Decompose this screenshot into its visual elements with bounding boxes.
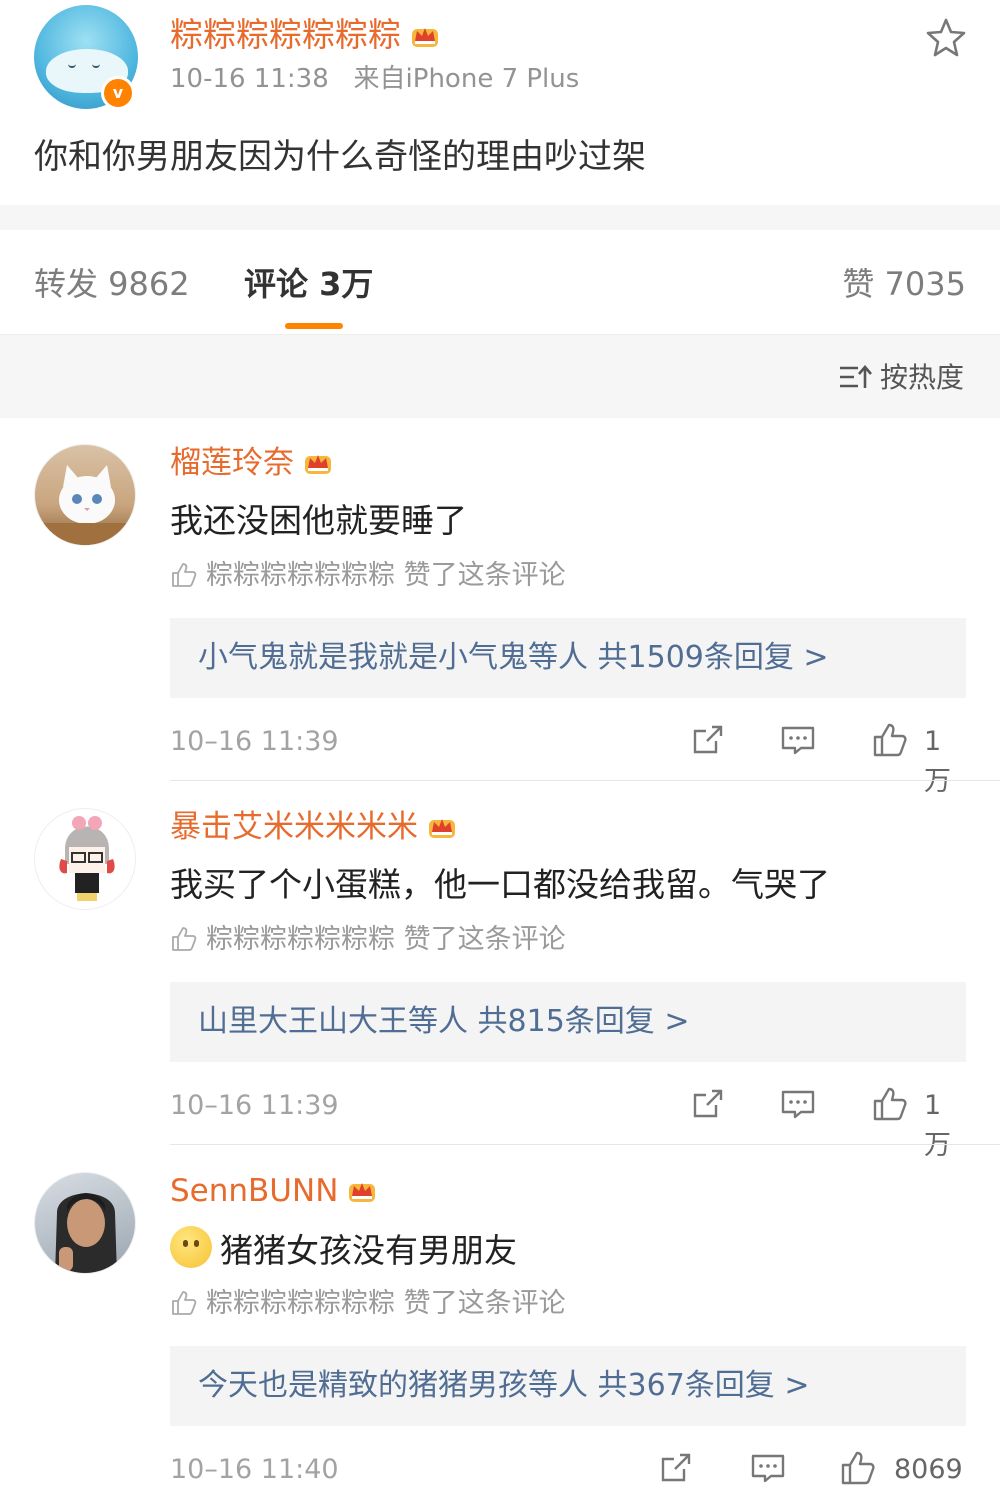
- smile-emoji-icon: [170, 1226, 212, 1268]
- crown-icon: [305, 455, 331, 474]
- active-tab-indicator: [285, 323, 343, 329]
- author-liked-note: 粽粽粽粽粽粽粽 赞了这条评论: [170, 1286, 566, 1322]
- reply-summary-text: 小气鬼就是我就是小气鬼等人 共1509条回复 >: [198, 640, 829, 675]
- commenter-avatar[interactable]: [34, 1172, 136, 1274]
- post-source: 来自iPhone 7 Plus: [353, 64, 580, 94]
- sort-bar: 按热度: [0, 336, 1000, 418]
- reply-summary-text: 今天也是精致的猪猪男孩等人 共367条回复 >: [198, 1368, 810, 1403]
- share-icon[interactable]: [690, 722, 726, 762]
- commenter-name[interactable]: 暴击艾米米米米米: [170, 806, 458, 848]
- post-time: 10-16 11:38: [170, 64, 329, 94]
- commenter-avatar[interactable]: [34, 444, 136, 546]
- commenter-avatar[interactable]: [34, 808, 136, 910]
- comment-footer: 10–16 11:39 1万: [170, 722, 966, 797]
- post-card: v 粽粽粽粽粽粽粽 10-16 11:38 来自iPhone 7 Plus 你和…: [0, 0, 1000, 205]
- comment-time: 10–16 11:39: [170, 726, 339, 757]
- share-icon[interactable]: [658, 1450, 694, 1490]
- commenter-name-label: 暴击艾米米米米米: [170, 809, 418, 845]
- tab-bar: 转发 9862 评论 3万 赞 7035: [0, 230, 1000, 335]
- comment-divider: [170, 1144, 1000, 1145]
- thumbs-up-icon: [172, 563, 197, 587]
- commenter-name[interactable]: SennBUNN: [170, 1170, 378, 1212]
- reply-summary[interactable]: 小气鬼就是我就是小气鬼等人 共1509条回复 >: [170, 618, 966, 698]
- like-count: 8069: [894, 1454, 963, 1485]
- reply-summary-text: 山里大王山大王等人 共815条回复 >: [198, 1004, 690, 1039]
- sort-label: 按热度: [879, 361, 964, 394]
- author-name-label: 粽粽粽粽粽粽粽: [170, 15, 401, 54]
- comment-time: 10–16 11:40: [170, 1454, 339, 1485]
- share-icon[interactable]: [690, 1086, 726, 1126]
- comment-footer: 10–16 11:39 1万: [170, 1086, 966, 1161]
- commenter-name-label: SennBUNN: [170, 1173, 339, 1209]
- thumbs-up-icon[interactable]: [840, 1450, 876, 1490]
- comment-icon[interactable]: [780, 722, 816, 762]
- crown-icon: [349, 1183, 376, 1202]
- comment-text: 猪猪女孩没有男朋友: [220, 1231, 517, 1270]
- thumbs-up-icon: [172, 927, 197, 951]
- comment-list: 榴莲玲奈 我还没困他就要睡了 粽粽粽粽粽粽粽 赞了这条评论 小气鬼就是我就是小气…: [0, 418, 1000, 1493]
- like-count: 1万: [924, 726, 951, 797]
- crown-icon: [429, 819, 455, 838]
- reply-summary[interactable]: 今天也是精致的猪猪男孩等人 共367条回复 >: [170, 1346, 966, 1426]
- thumbs-up-icon: [172, 1291, 197, 1315]
- author-name[interactable]: 粽粽粽粽粽粽粽: [170, 14, 441, 56]
- post-text: 你和你男朋友因为什么奇怪的理由吵过架: [34, 137, 646, 177]
- liked-by-text: 粽粽粽粽粽粽粽 赞了这条评论: [206, 560, 566, 591]
- author-liked-note: 粽粽粽粽粽粽粽 赞了这条评论: [170, 922, 566, 958]
- crown-icon: [412, 28, 438, 47]
- liked-by-text: 粽粽粽粽粽粽粽 赞了这条评论: [206, 1288, 566, 1319]
- sort-button[interactable]: 按热度: [838, 360, 964, 396]
- star-icon[interactable]: [924, 16, 968, 60]
- author-liked-note: 粽粽粽粽粽粽粽 赞了这条评论: [170, 558, 566, 594]
- commenter-name-label: 榴莲玲奈: [170, 445, 294, 481]
- reply-summary[interactable]: 山里大王山大王等人 共815条回复 >: [170, 982, 966, 1062]
- comment-text-wrapper: 猪猪女孩没有男朋友: [170, 1226, 517, 1274]
- thumbs-up-icon[interactable]: [872, 722, 908, 762]
- tab-repost[interactable]: 转发 9862: [34, 264, 190, 304]
- liked-by-text: 粽粽粽粽粽粽粽 赞了这条评论: [206, 924, 566, 955]
- comment-divider: [170, 780, 1000, 781]
- commenter-name[interactable]: 榴莲玲奈: [170, 442, 334, 484]
- comment-footer: 10–16 11:40 8069: [170, 1450, 966, 1490]
- comment-time: 10–16 11:39: [170, 1090, 339, 1121]
- verified-badge: v: [101, 76, 135, 110]
- like-count: 1万: [924, 1090, 951, 1161]
- sort-icon: [839, 365, 872, 388]
- tab-like[interactable]: 赞 7035: [842, 264, 966, 304]
- comment-icon[interactable]: [750, 1450, 786, 1490]
- comment-text: 我买了个小蛋糕，他一口都没给我留。气哭了: [170, 865, 830, 904]
- comment-icon[interactable]: [780, 1086, 816, 1126]
- tab-comment[interactable]: 评论 3万: [244, 264, 373, 304]
- comment-text: 我还没困他就要睡了: [170, 501, 467, 540]
- thumbs-up-icon[interactable]: [872, 1086, 908, 1126]
- post-meta: 10-16 11:38 来自iPhone 7 Plus: [170, 62, 579, 96]
